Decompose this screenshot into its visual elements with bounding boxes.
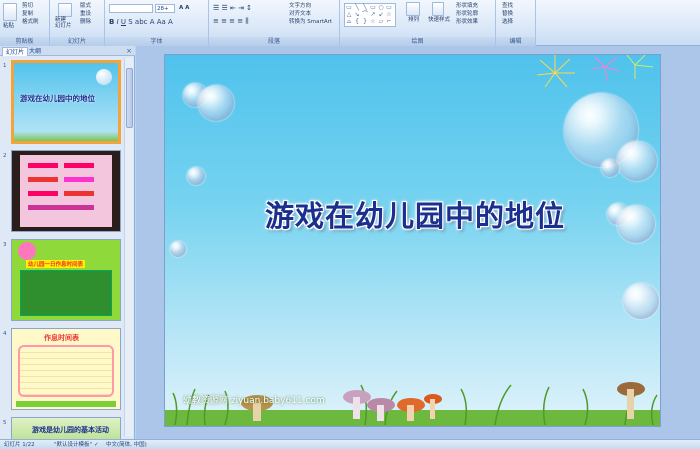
shape-outline-button[interactable]: 形状轮廓: [456, 10, 478, 18]
thumb-number: 3: [3, 242, 7, 248]
editing-group: 查找 替换 选择 编辑: [496, 0, 536, 46]
thumb-title: 幼儿园一日作息时间表: [26, 260, 86, 268]
theme-name: "默认设计模板": [54, 442, 93, 448]
delete-button[interactable]: 删除: [80, 18, 91, 26]
thumbnail-scrollbar[interactable]: [124, 58, 133, 436]
slide-thumbnail-panel: 幻灯片 大纲 × 1 游戏在幼儿园中的地位 2 3 幼儿园一日作息时间表 4 作…: [0, 46, 135, 439]
quick-styles-button[interactable]: 快速样式: [428, 16, 450, 24]
new-slide-icon[interactable]: [58, 3, 72, 17]
cut-button[interactable]: 剪切: [22, 2, 33, 10]
thumb-title: 作息时间表: [44, 334, 79, 342]
paste-icon[interactable]: [3, 3, 17, 21]
thumb-title: 游戏是幼儿园的基本活动: [32, 426, 109, 434]
grass-mushroom-decoration: [165, 382, 660, 426]
watermark-text: 幼教资源网 ziyuan.baby611.com: [183, 396, 325, 406]
format-painter-button[interactable]: 格式刷: [22, 18, 39, 26]
slide-thumbnail-5[interactable]: 游戏是幼儿园的基本活动: [11, 417, 121, 439]
editing-canvas: 游戏在幼儿园中的地位 幼教资源网 ziyuan.baby611.com: [136, 46, 700, 439]
font-group-label: 字体: [105, 37, 208, 46]
font-size-select[interactable]: 28+: [155, 4, 175, 13]
fireworks-decoration: [536, 55, 654, 88]
find-button[interactable]: 查找: [502, 2, 513, 10]
slide-thumbnail-1[interactable]: 游戏在幼儿园中的地位: [11, 60, 121, 144]
slide-thumbnail-3[interactable]: 幼儿园一日作息时间表: [11, 239, 121, 321]
paragraph-group: ☰ ☰ ⇤ ⇥ ↕ ≡ ≡ ≡ ≡ ⫼ 文字方向 对齐文本 转换为 SmartA…: [209, 0, 340, 46]
thumb-number: 5: [3, 420, 7, 426]
thumb-schedule: [18, 345, 114, 397]
thumb-number: 1: [3, 63, 7, 69]
current-slide[interactable]: 游戏在幼儿园中的地位 幼教资源网 ziyuan.baby611.com: [164, 54, 661, 427]
bubble-decoration: [623, 283, 659, 319]
quick-styles-icon[interactable]: [432, 2, 444, 16]
paste-button[interactable]: 粘贴: [3, 22, 14, 30]
status-bar: 幻灯片 1/22 "默认设计模板" ✓ 中文(简体, 中国): [0, 439, 700, 449]
thumb-title: 游戏在幼儿园中的地位: [20, 94, 95, 103]
slides-group-label: 幻灯片: [50, 37, 104, 46]
drawing-group: ▭ ╲ ╲ ▭ ○ ▭ △ ↘ ⌒ ↗ ↙ ☆ ⌓{} ☆ ▱ ⌐ 排列 快速样式 形状填充 形状轮廓 形…: [340, 0, 496, 46]
shape-fill-button[interactable]: 形状填充: [456, 2, 478, 10]
layout-button[interactable]: 版式: [80, 2, 91, 10]
editing-group-label: 编辑: [496, 37, 535, 46]
clipboard-group-label: 剪贴板: [0, 37, 49, 46]
cartoon-decoration: [18, 242, 36, 260]
ribbon: 粘贴 剪切 复制 格式刷 剪贴板 新建 幻灯片 版式 重设 删除 幻灯片 28+…: [0, 0, 700, 46]
arrange-icon[interactable]: [406, 2, 420, 16]
new-slide-button[interactable]: 新建 幻灯片: [55, 17, 72, 29]
language-indicator[interactable]: 中文(简体, 中国): [106, 440, 147, 449]
slides-group: 新建 幻灯片 版式 重设 删除 幻灯片: [50, 0, 105, 46]
thumb-number: 4: [3, 331, 7, 337]
align-buttons[interactable]: ≡ ≡ ≡ ≡ ⫼: [213, 17, 249, 25]
list-buttons[interactable]: ☰ ☰ ⇤ ⇥ ↕: [213, 4, 252, 12]
clipboard-group: 粘贴 剪切 复制 格式刷 剪贴板: [0, 0, 50, 46]
close-icon[interactable]: ×: [126, 47, 132, 55]
text-direction-button[interactable]: 文字方向: [289, 2, 311, 10]
bubble-decoration: [617, 141, 657, 181]
bubble-decoration: [170, 241, 186, 257]
align-text-button[interactable]: 对齐文本: [289, 10, 311, 18]
thumb-number: 2: [3, 153, 7, 159]
smartart-button[interactable]: 转换为 SmartArt: [289, 18, 332, 26]
slide-indicator: 幻灯片 1/22: [4, 442, 35, 448]
reset-button[interactable]: 重设: [80, 10, 91, 18]
thumb-footer: [16, 401, 116, 407]
slide-thumbnail-4[interactable]: 作息时间表: [11, 328, 121, 410]
shape-effects-button[interactable]: 形状效果: [456, 18, 478, 26]
font-group: 28+ A A B I U S abc A Aa A 字体: [105, 0, 209, 46]
spellcheck-icon[interactable]: ✓: [94, 440, 99, 449]
scrollbar-thumb[interactable]: [126, 68, 133, 128]
shapes-gallery[interactable]: ▭ ╲ ╲ ▭ ○ ▭ △ ↘ ⌒ ↗ ↙ ☆ ⌓{} ☆ ▱ ⌐: [344, 3, 396, 27]
grass-decoration: [14, 131, 118, 141]
thumb-photo: [20, 155, 112, 227]
paragraph-group-label: 段落: [209, 37, 339, 46]
copy-button[interactable]: 复制: [22, 10, 33, 18]
font-name-select[interactable]: [109, 4, 153, 13]
panel-tabs: 幻灯片 大纲 ×: [0, 46, 135, 56]
select-button[interactable]: 选择: [502, 18, 513, 26]
slide-title[interactable]: 游戏在幼儿园中的地位: [215, 193, 615, 235]
tab-slides[interactable]: 幻灯片: [2, 47, 29, 56]
arrange-button[interactable]: 排列: [408, 16, 419, 24]
bubble-decoration: [198, 85, 234, 121]
bubble-decoration: [96, 69, 112, 85]
tab-outline[interactable]: 大纲: [26, 47, 44, 56]
replace-button[interactable]: 替换: [502, 10, 513, 18]
slide-thumbnail-2[interactable]: [11, 150, 121, 232]
bubble-decoration: [187, 167, 205, 185]
drawing-group-label: 绘图: [340, 37, 495, 46]
bubble-decoration: [617, 205, 655, 243]
bubble-decoration: [601, 159, 619, 177]
format-buttons[interactable]: B I U S abc A Aa A: [109, 18, 173, 26]
thumb-schedule-table: [20, 270, 112, 316]
grow-font-icon[interactable]: A A: [179, 4, 189, 12]
